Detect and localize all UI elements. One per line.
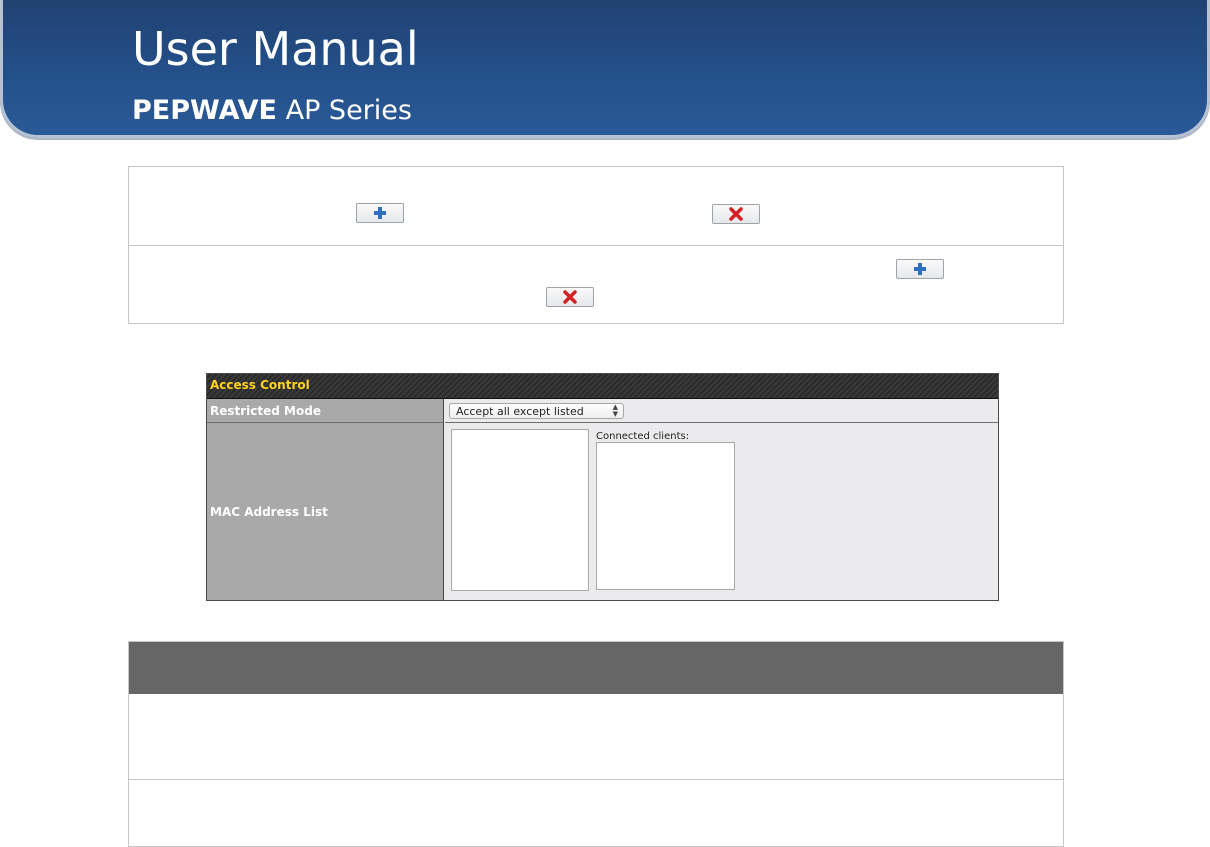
mac-address-list-value-cell: Connected clients: (445, 423, 998, 600)
add-button-image (896, 259, 944, 279)
add-button-image (356, 203, 404, 223)
banner-subtitle: PEPWAVE AP Series (132, 95, 412, 126)
banner-brand: PEPWAVE (132, 95, 277, 126)
x-icon (729, 207, 743, 221)
restricted-mode-selected-value: Accept all except listed (456, 405, 584, 418)
instruction-table (128, 166, 1064, 324)
remove-button-image (546, 287, 594, 307)
banner-title: User Manual (132, 22, 419, 76)
settings-table-header (129, 642, 1063, 694)
restricted-mode-select[interactable]: Accept all except listed ▲ ▼ (449, 403, 624, 419)
instruction-row (129, 246, 1063, 324)
plus-icon (374, 207, 386, 219)
mac-address-textarea[interactable] (451, 429, 589, 591)
settings-table-row (129, 694, 1063, 780)
connected-clients-list[interactable] (596, 442, 735, 590)
x-icon (563, 290, 577, 304)
restricted-mode-label-cell: Restricted Mode (207, 399, 444, 423)
banner-series: AP Series (285, 95, 412, 126)
select-arrows-icon: ▲ ▼ (612, 403, 618, 418)
restricted-mode-label: Restricted Mode (210, 404, 321, 418)
settings-table (128, 641, 1064, 847)
instruction-row (129, 167, 1063, 246)
restricted-mode-value-cell: Accept all except listed ▲ ▼ (445, 399, 998, 423)
connected-clients-label: Connected clients: (596, 431, 690, 442)
page-banner: User Manual PEPWAVE AP Series (0, 0, 1210, 140)
access-control-title: Access Control (210, 378, 310, 392)
mac-address-list-label-cell: MAC Address List (207, 423, 444, 600)
access-control-panel: Access Control Restricted Mode Accept al… (206, 373, 999, 601)
access-control-header: Access Control (207, 374, 998, 399)
plus-icon (914, 263, 926, 275)
remove-button-image (712, 204, 760, 224)
mac-address-list-label: MAC Address List (210, 505, 328, 519)
settings-table-row (129, 780, 1063, 846)
